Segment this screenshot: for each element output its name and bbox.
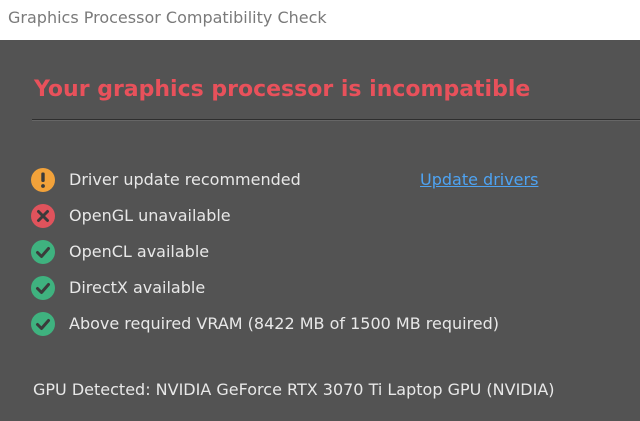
check-row-directx: DirectX available <box>30 275 630 311</box>
check-label: DirectX available <box>69 278 206 297</box>
window-title: Graphics Processor Compatibility Check <box>8 8 327 27</box>
incompatible-heading: Your graphics processor is incompatible <box>34 77 531 102</box>
check-label: Above required VRAM (8422 MB of 1500 MB … <box>69 314 500 333</box>
check-row-opengl: OpenGL unavailable <box>30 203 630 239</box>
check-list: Driver update recommended Update drivers… <box>30 167 630 347</box>
check-label: OpenGL unavailable <box>69 206 231 225</box>
gpu-detected-text: GPU Detected: NVIDIA GeForce RTX 3070 Ti… <box>33 380 555 399</box>
error-icon <box>30 203 56 229</box>
check-row-driver: Driver update recommended Update drivers <box>30 167 630 203</box>
check-icon <box>30 311 56 337</box>
compatibility-dialog: Your graphics processor is incompatible … <box>0 40 640 421</box>
heading-divider <box>32 119 640 121</box>
check-row-opencl: OpenCL available <box>30 239 630 275</box>
check-icon <box>30 275 56 301</box>
update-drivers-link[interactable]: Update drivers <box>420 170 538 189</box>
check-icon <box>30 239 56 265</box>
check-label: Driver update recommended <box>69 170 301 189</box>
title-bar: Graphics Processor Compatibility Check <box>0 0 640 40</box>
check-row-vram: Above required VRAM (8422 MB of 1500 MB … <box>30 311 630 347</box>
check-label: OpenCL available <box>69 242 210 261</box>
warning-icon <box>30 167 56 193</box>
